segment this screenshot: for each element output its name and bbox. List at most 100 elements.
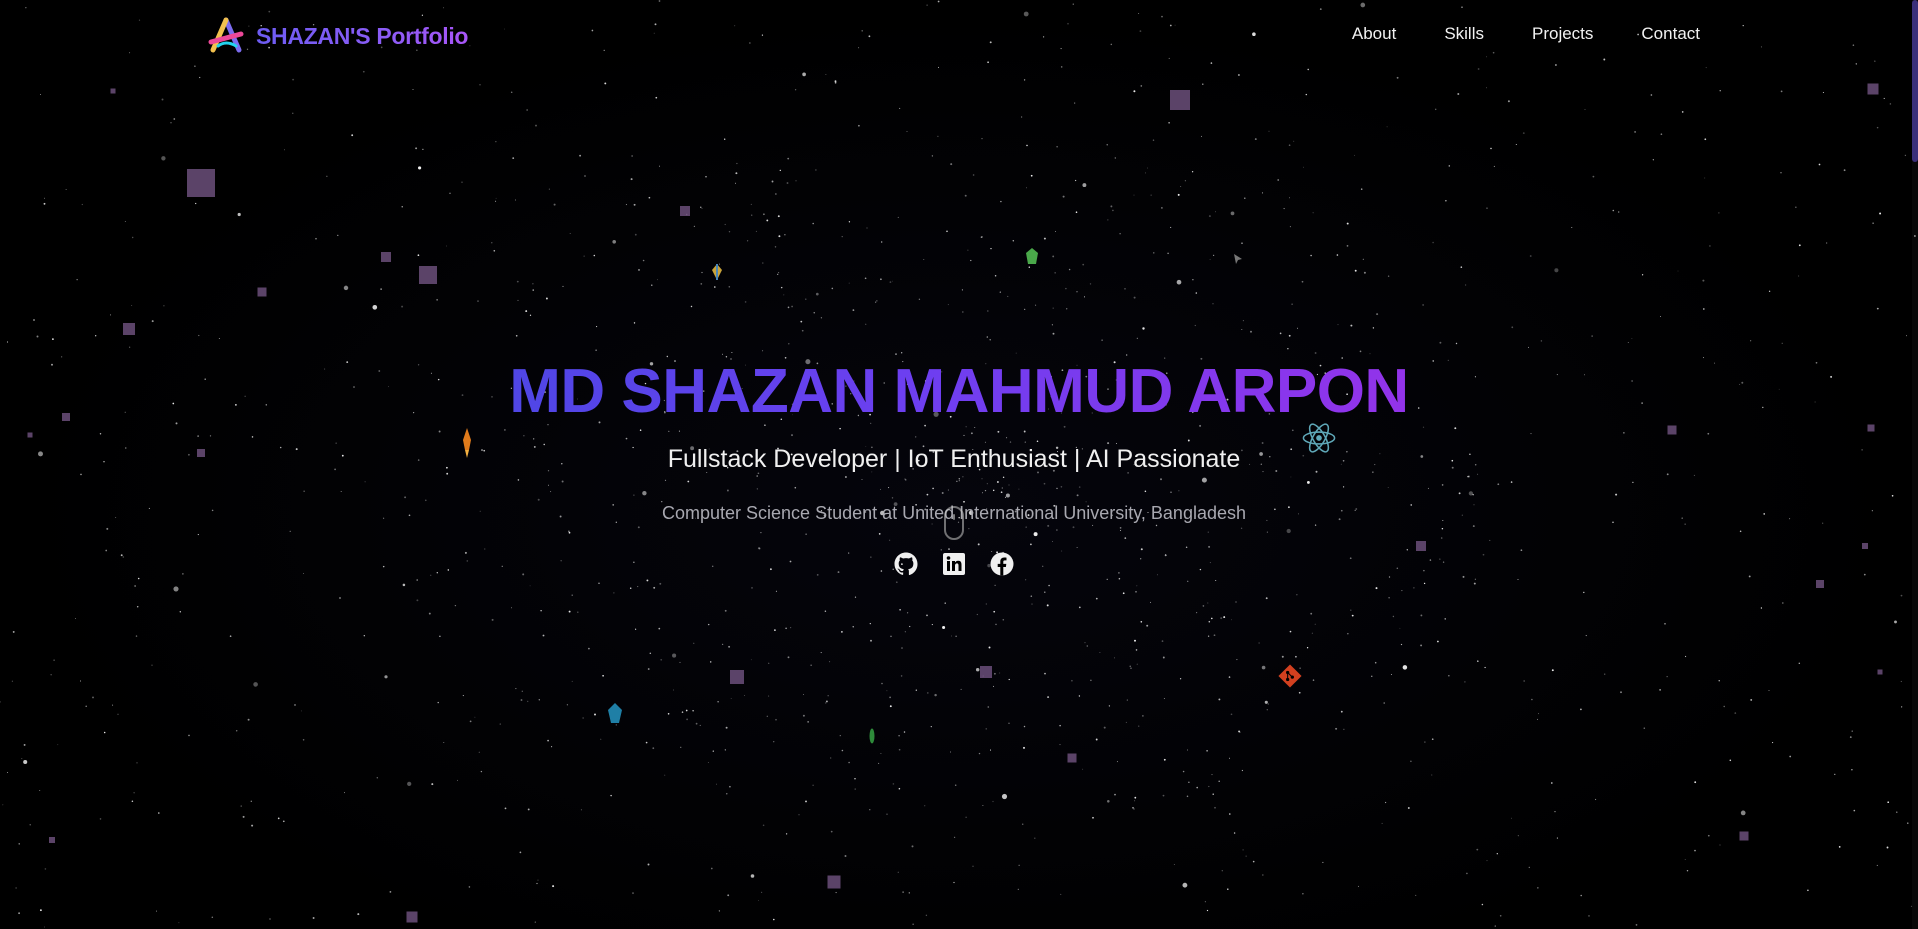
star (690, 305, 693, 308)
star (946, 230, 948, 233)
star (981, 137, 983, 140)
facebook-link[interactable] (990, 552, 1014, 576)
scrollbar[interactable] (1912, 0, 1918, 929)
star (967, 249, 969, 251)
star (1349, 557, 1352, 560)
star (18, 843, 20, 845)
star (1350, 609, 1352, 611)
star (1468, 491, 1474, 496)
star (515, 688, 517, 690)
scroll-mouse-icon[interactable] (944, 506, 964, 540)
star (687, 480, 690, 483)
star (760, 531, 762, 534)
star (1822, 91, 1824, 94)
star (1303, 166, 1304, 168)
nav-link-about[interactable]: About (1352, 24, 1396, 44)
star (372, 304, 378, 310)
star (783, 294, 785, 296)
star (1212, 254, 1215, 257)
star (788, 343, 790, 345)
star (1161, 640, 1164, 642)
scrollbar-thumb[interactable] (1912, 0, 1918, 162)
star (1140, 558, 1142, 560)
star (1140, 85, 1143, 87)
star (437, 701, 439, 704)
star (992, 800, 994, 803)
star (777, 215, 780, 218)
star (660, 658, 663, 661)
star (908, 892, 910, 894)
navbar: SHAZAN'S Portfolio About Skills Projects… (0, 0, 1918, 72)
star (1620, 691, 1622, 694)
star (1149, 601, 1152, 603)
star (1618, 211, 1620, 213)
github-link[interactable] (894, 552, 918, 576)
star (812, 222, 815, 225)
star (44, 868, 47, 870)
star (1685, 655, 1687, 658)
star (870, 556, 872, 558)
star (218, 338, 220, 340)
star (1772, 742, 1774, 744)
star (39, 909, 42, 912)
nav-link-skills[interactable]: Skills (1444, 24, 1484, 44)
star (815, 292, 819, 296)
star (1529, 255, 1532, 257)
star (795, 180, 797, 182)
star (65, 189, 67, 190)
star (1707, 432, 1710, 435)
star (1887, 801, 1890, 804)
star (693, 225, 696, 228)
star (1004, 496, 1007, 498)
star (1051, 324, 1053, 326)
brand-logo-icon (208, 17, 244, 53)
star (915, 436, 917, 438)
star (1310, 254, 1312, 257)
star (895, 581, 898, 584)
star (1431, 774, 1433, 776)
star (848, 552, 850, 554)
brand-link[interactable]: SHAZAN'S Portfolio (206, 16, 468, 56)
star (1448, 675, 1450, 677)
nav-link-contact[interactable]: Contact (1641, 24, 1700, 44)
star (653, 586, 656, 589)
star (151, 320, 154, 323)
star (730, 698, 732, 699)
star (1261, 192, 1264, 194)
star (639, 429, 642, 431)
star (344, 792, 345, 794)
star (950, 635, 953, 637)
star (18, 912, 20, 915)
star (1901, 706, 1903, 708)
star (1481, 903, 1484, 906)
star (982, 805, 984, 806)
star (1780, 90, 1783, 93)
linkedin-link[interactable] (942, 552, 966, 576)
star (158, 812, 160, 814)
star (1437, 640, 1439, 643)
star (520, 699, 523, 701)
star (1301, 280, 1304, 283)
star (1311, 632, 1314, 634)
star (995, 623, 997, 626)
star (1760, 607, 1763, 609)
star (692, 710, 694, 712)
star (1112, 209, 1114, 212)
star (642, 259, 645, 262)
star (1362, 258, 1364, 260)
star (897, 216, 899, 218)
star (1156, 574, 1158, 576)
star (75, 618, 76, 619)
star (1702, 308, 1705, 310)
star (1061, 550, 1063, 552)
star (1048, 584, 1050, 587)
star (1215, 211, 1216, 213)
star (886, 690, 888, 692)
nav-link-projects[interactable]: Projects (1532, 24, 1593, 44)
star (1781, 602, 1784, 604)
star (1660, 316, 1661, 318)
star (124, 220, 126, 222)
star (1643, 727, 1646, 729)
star (774, 629, 776, 631)
star (1477, 660, 1479, 662)
